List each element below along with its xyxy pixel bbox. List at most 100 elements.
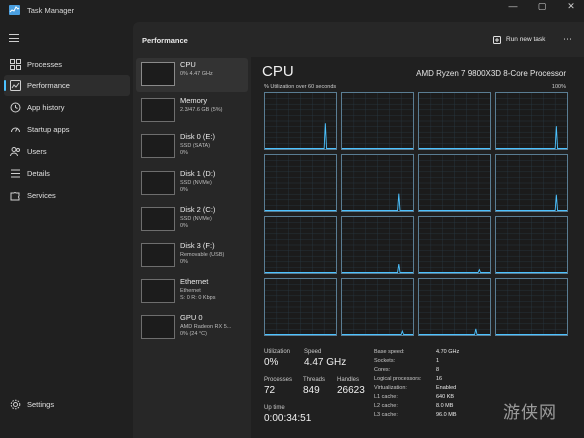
stat-value: 26623 bbox=[337, 385, 365, 396]
device-detail: SSD (NVMe) bbox=[180, 216, 212, 222]
stat-speed: Speed 4.47 GHz bbox=[304, 349, 346, 368]
device-detail: Removable (USB) bbox=[180, 252, 225, 258]
logical-processor-graph bbox=[264, 216, 337, 274]
settings-label: Settings bbox=[27, 400, 55, 409]
cpu-usage-line bbox=[265, 279, 336, 335]
device-thumbnail bbox=[141, 207, 175, 231]
device-item-ethernet[interactable]: Ethernet Ethernet S: 0 R: 0 Kbps bbox=[136, 275, 248, 309]
device-thumbnail bbox=[141, 98, 175, 122]
logical-processor-graph bbox=[418, 216, 491, 274]
main-panel: Performance Run new task ⋯ CPU 0% 4.47 G… bbox=[133, 22, 584, 438]
run-new-task-button[interactable]: Run new task bbox=[491, 32, 551, 48]
device-thumbnail bbox=[141, 315, 175, 339]
hamburger-menu-icon[interactable] bbox=[9, 34, 19, 45]
processes-grid-icon bbox=[10, 59, 21, 70]
startup-speedometer-icon bbox=[11, 127, 20, 133]
sidebar-item-services[interactable]: Services bbox=[4, 185, 130, 206]
device-thumbnail bbox=[141, 279, 175, 303]
logical-processor-graph bbox=[264, 154, 337, 212]
device-name: Disk 3 (F:) bbox=[180, 241, 215, 250]
more-options-icon[interactable]: ⋯ bbox=[563, 34, 572, 45]
spec-value: 16 bbox=[436, 376, 443, 382]
sidebar-item-users[interactable]: Users bbox=[4, 141, 130, 162]
sidebar-item-app-history[interactable]: App history bbox=[4, 97, 130, 118]
device-usage: 0% bbox=[180, 150, 188, 156]
close-button[interactable]: ✕ bbox=[560, 1, 582, 12]
logical-processor-graph bbox=[341, 154, 414, 212]
logical-processor-graph bbox=[418, 154, 491, 212]
logical-processor-graph bbox=[495, 216, 568, 274]
device-usage: 0% bbox=[180, 187, 188, 193]
run-new-task-label: Run new task bbox=[506, 36, 546, 43]
sidebar-item-details[interactable]: Details bbox=[4, 163, 130, 184]
logical-processor-graph bbox=[418, 92, 491, 150]
cpu-usage-line bbox=[496, 155, 567, 211]
logical-processor-graph bbox=[264, 278, 337, 336]
maximize-button[interactable]: ▢ bbox=[531, 1, 553, 12]
sidebar-item-label: Processes bbox=[27, 60, 63, 69]
sidebar-item-settings[interactable]: Settings bbox=[4, 394, 130, 415]
cpu-usage-line bbox=[496, 217, 567, 273]
watermark: 游侠网 bbox=[503, 403, 557, 423]
minimize-button[interactable]: — bbox=[502, 1, 524, 12]
cpu-detail-panel: CPU AMD Ryzen 7 9800X3D 8-Core Processor… bbox=[251, 57, 584, 438]
device-detail: AMD Radeon RX 5... bbox=[180, 324, 232, 330]
cpu-usage-line bbox=[342, 93, 413, 149]
spec-value: 8.0 MB bbox=[436, 403, 454, 409]
task-manager-app-icon bbox=[9, 5, 20, 15]
device-usage: S: 0 R: 0 Kbps bbox=[180, 295, 216, 301]
cpu-usage-line bbox=[265, 217, 336, 273]
stat-label: Threads bbox=[303, 377, 326, 383]
logical-processor-graph bbox=[341, 278, 414, 336]
device-detail: 0% 4.47 GHz bbox=[180, 71, 213, 77]
device-name: Disk 0 (E:) bbox=[180, 132, 216, 141]
cpu-usage-line bbox=[342, 155, 413, 211]
logical-processor-graph bbox=[264, 92, 337, 150]
stat-processes: Processes 72 bbox=[264, 377, 292, 396]
spec-label: Cores: bbox=[374, 367, 391, 373]
stat-handles: Handles 26623 bbox=[337, 377, 365, 396]
spec-value: 4.70 GHz bbox=[436, 349, 460, 355]
stat-value: 4.47 GHz bbox=[304, 357, 347, 368]
device-item-disk-1[interactable]: Disk 1 (D:) SSD (NVMe) 0% bbox=[136, 167, 248, 201]
logical-processor-graph bbox=[495, 92, 568, 150]
sidebar-item-label: Services bbox=[27, 191, 56, 200]
performance-chart-icon bbox=[10, 80, 21, 91]
title-bar: Task Manager — ▢ ✕ bbox=[0, 0, 584, 22]
sidebar-item-processes[interactable]: Processes bbox=[4, 54, 130, 75]
device-detail: 2.3/47.6 GB (5%) bbox=[180, 107, 223, 113]
device-item-cpu[interactable]: CPU 0% 4.47 GHz bbox=[136, 58, 248, 92]
stat-threads: Threads 849 bbox=[303, 377, 325, 396]
utilization-max-label: 100% bbox=[551, 84, 566, 90]
logical-processor-graph bbox=[341, 92, 414, 150]
device-item-disk-2[interactable]: Disk 2 (C:) SSD (NVMe) 0% bbox=[136, 203, 248, 237]
device-usage: 0% (24 °C) bbox=[180, 331, 207, 337]
sidebar-item-performance[interactable]: Performance bbox=[4, 75, 130, 96]
device-item-memory[interactable]: Memory 2.3/47.6 GB (5%) bbox=[136, 94, 248, 128]
sidebar-item-startup-apps[interactable]: Startup apps bbox=[4, 119, 130, 140]
spec-value: 8 bbox=[436, 367, 440, 373]
users-icon bbox=[10, 147, 20, 157]
cpu-usage-line bbox=[496, 93, 567, 149]
stat-label: Up time bbox=[264, 405, 285, 411]
sidebar-item-label: Performance bbox=[27, 81, 70, 90]
services-puzzle-icon bbox=[10, 191, 20, 201]
device-name: CPU bbox=[180, 60, 196, 69]
device-list: CPU 0% 4.47 GHz Memory 2.3/47.6 GB (5%) … bbox=[134, 57, 250, 438]
device-item-disk-3[interactable]: Disk 3 (F:) Removable (USB) 0% bbox=[136, 239, 248, 273]
device-item-disk-0[interactable]: Disk 0 (E:) SSD (SATA) 0% bbox=[136, 130, 248, 164]
cpu-usage-line bbox=[342, 217, 413, 273]
spec-value: 1 bbox=[436, 358, 440, 364]
spec-value: 640 KB bbox=[436, 394, 455, 400]
cpu-usage-line bbox=[496, 279, 567, 335]
device-thumbnail bbox=[141, 171, 175, 195]
spec-label: L3 cache: bbox=[374, 412, 398, 418]
device-detail: SSD (NVMe) bbox=[180, 180, 212, 186]
cpu-title: CPU bbox=[262, 63, 294, 80]
device-item-gpu-0[interactable]: GPU 0 AMD Radeon RX 5... 0% (24 °C) bbox=[136, 311, 248, 345]
device-name: GPU 0 bbox=[180, 313, 203, 322]
stat-value: 0:00:34:51 bbox=[264, 413, 312, 424]
sidebar-item-label: App history bbox=[27, 103, 65, 112]
cpu-usage-line bbox=[419, 93, 490, 149]
main-header: Performance Run new task ⋯ bbox=[133, 22, 584, 56]
